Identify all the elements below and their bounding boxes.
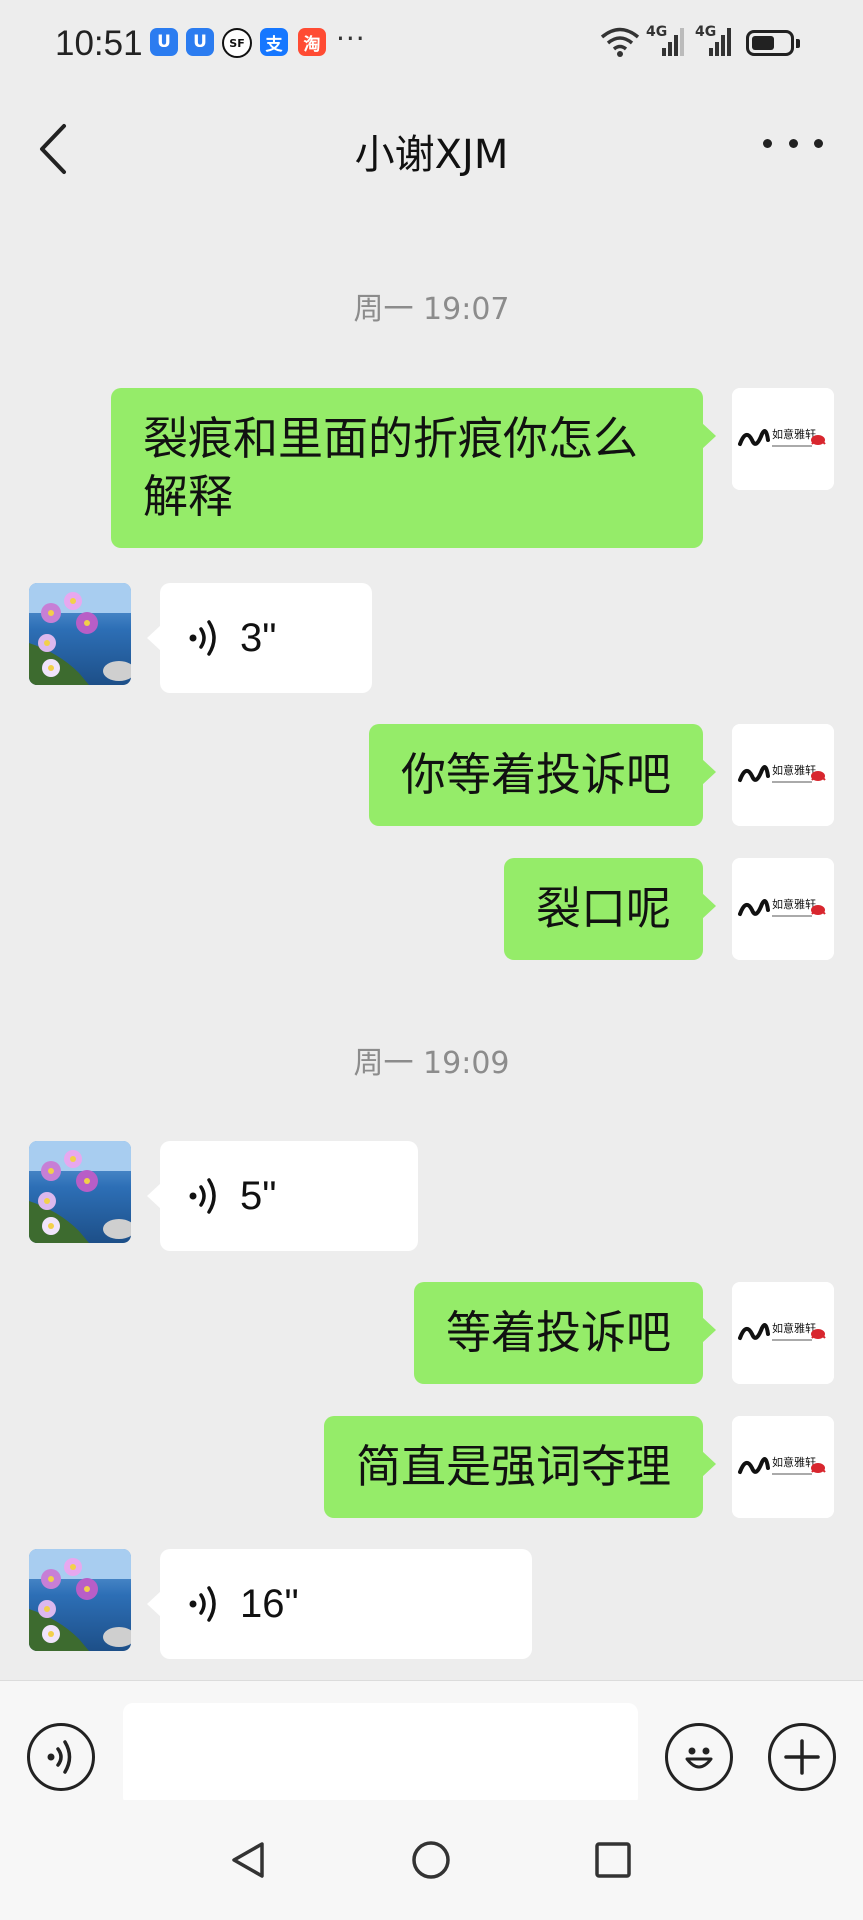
voice-wave-icon [189,1178,216,1214]
network-type-label: 4G [695,24,717,40]
self-avatar[interactable]: 如意雅轩 [732,1282,834,1384]
flower-avatar-image [29,583,131,685]
taobao-icon: 淘 [298,28,326,56]
flower-avatar-image [29,1141,131,1243]
voice-message-bubble[interactable]: 16" [147,1549,532,1659]
brand-logo-icon: 如意雅轩 [732,858,834,960]
svg-text:如意雅轩: 如意雅轩 [772,1321,816,1335]
brand-logo-icon: 如意雅轩 [732,1416,834,1518]
nav-home-button[interactable] [401,1830,461,1890]
contact-avatar[interactable] [29,1549,131,1651]
sent-message-bubble[interactable]: 等着投诉吧 [413,1282,717,1384]
svg-text:如意雅轩: 如意雅轩 [772,427,816,441]
alipay-icon: 支 [260,28,288,56]
sent-message-bubble[interactable]: 简直是强词夺理 [323,1416,717,1518]
voice-wave-icon [189,620,216,656]
plus-icon [784,1739,820,1775]
smiley-icon [685,1747,713,1769]
sent-message-bubble[interactable]: 裂痕和里面的折痕你怎么解释 [111,388,716,548]
svg-text:如意雅轩: 如意雅轩 [772,1455,816,1469]
emoji-button[interactable] [665,1723,733,1791]
status-time: 10:51 [55,24,143,63]
voice-input-toggle-button[interactable] [27,1723,95,1791]
triangle-back-icon [232,1842,264,1878]
chat-input-bar [0,1680,863,1807]
message-timestamp: 周一 19:09 [353,1046,510,1081]
system-navigation-bar [0,1800,863,1920]
chat-title: 小谢XJM [354,132,509,178]
sf-express-icon: SF [222,28,252,58]
status-bar: 10:51 U U SF 支 淘 ··· 4G 4G [0,0,863,88]
self-avatar[interactable]: 如意雅轩 [732,724,834,826]
shield-u-icon: U [186,28,214,56]
sent-message-bubble[interactable]: 你等着投诉吧 [368,724,717,826]
more-dot-icon [788,138,798,148]
message-timestamp: 周一 19:07 [353,292,510,327]
wifi-icon [600,27,640,57]
svg-text:如意雅轩: 如意雅轩 [772,897,816,911]
self-avatar[interactable]: 如意雅轩 [732,858,834,960]
self-avatar[interactable]: 如意雅轩 [732,1416,834,1518]
voice-wave-icon [47,1740,72,1774]
voice-duration: 5" [240,1174,277,1218]
more-dot-icon [763,138,772,148]
voice-duration: 16" [240,1582,299,1626]
more-functions-button[interactable] [768,1723,836,1791]
battery-icon [746,30,800,56]
more-notifications-indicator: ··· [336,22,366,55]
nav-back-button[interactable] [218,1830,278,1890]
self-avatar[interactable]: 如意雅轩 [732,388,834,490]
voice-message-bubble[interactable]: 3" [147,583,372,693]
nav-recents-button[interactable] [583,1830,643,1890]
voice-wave-icon [189,1586,216,1622]
brand-logo-icon: 如意雅轩 [732,388,834,490]
message-input[interactable] [123,1703,638,1807]
circle-home-icon [412,1841,450,1879]
voice-duration: 3" [240,616,277,660]
contact-avatar[interactable] [29,583,131,685]
shield-u-icon: U [150,28,178,56]
more-options-button[interactable] [763,128,823,158]
brand-logo-icon: 如意雅轩 [732,724,834,826]
svg-text:如意雅轩: 如意雅轩 [772,763,816,777]
sent-message-bubble[interactable]: 裂口呢 [503,858,717,960]
more-dot-icon [814,138,823,148]
voice-message-bubble[interactable]: 5" [147,1141,418,1251]
contact-avatar[interactable] [29,1141,131,1243]
network-type-label: 4G [646,24,668,40]
brand-logo-icon: 如意雅轩 [732,1282,834,1384]
flower-avatar-image [29,1549,131,1651]
square-recents-icon [595,1842,631,1878]
chat-header: 小谢XJM [0,88,863,208]
